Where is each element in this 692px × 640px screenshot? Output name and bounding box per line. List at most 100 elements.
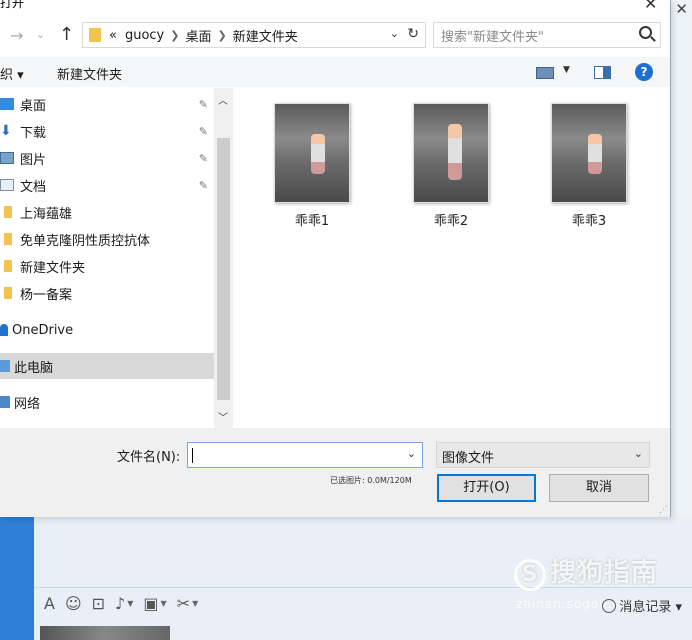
sidebar-item-this-pc[interactable]: 此电脑: [0, 353, 214, 379]
sidebar-scrollbar[interactable]: ︿ ﹀: [214, 88, 233, 428]
preview-pane-icon[interactable]: [594, 66, 611, 79]
cancel-button[interactable]: 取消: [549, 474, 649, 502]
help-icon[interactable]: ?: [635, 63, 653, 81]
filename-input[interactable]: ⌄: [187, 442, 423, 468]
chevron-right-icon[interactable]: ❯: [170, 29, 179, 42]
chevron-right-icon[interactable]: ❯: [218, 29, 227, 42]
sidebar-item-label: 上海蕴雄: [20, 206, 73, 222]
image-thumbnail: [551, 103, 627, 203]
scrollbar-thumb[interactable]: [217, 138, 230, 400]
chevron-down-icon: ▼: [127, 599, 134, 608]
breadcrumb-item[interactable]: 新建文件夹: [233, 26, 298, 45]
close-icon[interactable]: ✕: [644, 0, 657, 13]
file-name: 乖乖3: [571, 214, 607, 229]
organize-button[interactable]: 织 ▾: [0, 64, 24, 83]
scissors-icon[interactable]: ✂ ▼: [177, 594, 199, 613]
picture-icon: ▣: [143, 594, 159, 613]
command-bar: 织 ▾ 新建文件夹 ▼ ?: [0, 57, 670, 87]
desktop-icon: [0, 98, 14, 110]
file-name: 乖乖2: [433, 214, 469, 229]
sidebar-item-desktop[interactable]: 桌面 ✎: [0, 91, 214, 117]
chevron-down-icon: ▼: [192, 599, 199, 608]
back-button[interactable]: →: [10, 26, 23, 45]
cut-icon: ✂: [176, 594, 191, 613]
sidebar-item-label: 文档: [20, 179, 47, 195]
address-bar[interactable]: « guocy ❯ 桌面 ❯ 新建文件夹 ⌄ ↻: [82, 22, 426, 48]
search-icon[interactable]: [639, 26, 652, 39]
chevron-up-icon[interactable]: ︿: [218, 92, 228, 107]
sidebar-item-label: OneDrive: [12, 322, 74, 338]
file-type-select[interactable]: 图像文件 ⌄: [436, 442, 650, 468]
sidebar-item-folder[interactable]: 免单克隆阴性质控抗体: [0, 226, 214, 252]
mic-icon: ♪: [115, 594, 126, 613]
recent-locations-icon[interactable]: ⌄: [36, 28, 45, 41]
sidebar-item-downloads[interactable]: ⬇ 下载 ✎: [0, 118, 214, 144]
view-options-icon[interactable]: [536, 67, 554, 79]
sidebar-item-folder[interactable]: 上海蕴雄: [0, 199, 214, 225]
folder-icon: [4, 260, 12, 272]
download-icon: ⬇: [0, 123, 12, 139]
sidebar-item-label: 杨一备案: [20, 287, 73, 303]
resize-grip-icon[interactable]: ⋰: [659, 505, 668, 515]
sidebar-item-label: 此电脑: [14, 360, 54, 376]
sidebar-item-pictures[interactable]: 图片 ✎: [0, 145, 214, 171]
message-history-label: 消息记录 ▾: [619, 600, 682, 615]
sidebar-item-label: 桌面: [20, 98, 47, 114]
file-item[interactable]: 乖乖2: [401, 103, 501, 229]
pin-icon[interactable]: ✎: [199, 98, 208, 111]
sidebar-item-documents[interactable]: 文档 ✎: [0, 172, 214, 198]
chat-image-thumbnail[interactable]: [40, 626, 170, 640]
chevron-down-icon[interactable]: ▼: [563, 65, 570, 75]
message-history-button[interactable]: 消息记录 ▾: [602, 596, 682, 615]
pin-icon[interactable]: ✎: [199, 152, 208, 165]
refresh-icon[interactable]: ↻: [407, 26, 419, 42]
sidebar-item-folder[interactable]: 杨一备案: [0, 280, 214, 306]
image-icon[interactable]: ▣ ▼: [143, 594, 166, 613]
dialog-footer: 文件名(N): ⌄ 图像文件 ⌄ 已选图片: 0.0M/120M 打开(O) 取…: [0, 428, 670, 517]
watermark-logo: S 搜狗指南: [514, 552, 658, 591]
folder-icon: [4, 287, 12, 299]
chevron-down-icon[interactable]: ﹀: [218, 409, 228, 424]
screenshot-icon[interactable]: ⊡: [92, 594, 105, 613]
sidebar-item-folder[interactable]: 新建文件夹: [0, 253, 214, 279]
documents-icon: [0, 179, 14, 191]
chat-close-icon[interactable]: ✕: [675, 0, 688, 18]
sidebar-item-label: 新建文件夹: [20, 260, 86, 276]
chevron-down-icon[interactable]: ⌄: [634, 447, 643, 460]
computer-icon: [0, 360, 10, 372]
breadcrumb-item[interactable]: guocy: [125, 28, 164, 43]
font-icon[interactable]: A: [44, 594, 55, 613]
voice-icon[interactable]: ♪ ▼: [115, 594, 133, 613]
navigation-pane: 桌面 ✎ ⬇ 下载 ✎ 图片 ✎ 文档 ✎ 上海蕴雄 免单克隆阴性质控抗体 新建…: [0, 88, 214, 428]
new-folder-button[interactable]: 新建文件夹: [57, 64, 122, 83]
pin-icon[interactable]: ✎: [199, 179, 208, 192]
clock-icon: [602, 598, 617, 613]
filename-label: 文件名(N):: [117, 450, 181, 465]
up-folder-button[interactable]: ↑: [59, 24, 74, 45]
sidebar-item-onedrive[interactable]: OneDrive: [0, 317, 214, 343]
folder-icon: [4, 233, 12, 245]
cloud-icon: [0, 324, 8, 336]
dialog-title: 打开: [0, 0, 25, 10]
search-input[interactable]: 搜索"新建文件夹": [433, 22, 661, 48]
sidebar-item-label: 网络: [14, 396, 41, 412]
file-name: 乖乖1: [294, 214, 330, 229]
chevron-down-icon[interactable]: ⌄: [390, 27, 399, 40]
open-file-dialog: 打开 ✕ → ⌄ ↑ « guocy ❯ 桌面 ❯ 新建文件夹 ⌄ ↻ 搜索"新…: [0, 0, 671, 517]
file-item[interactable]: 乖乖1: [262, 103, 362, 229]
breadcrumb-overflow[interactable]: «: [109, 28, 117, 43]
folder-icon: [89, 28, 101, 42]
watermark-text: 搜狗指南: [550, 558, 659, 588]
sidebar-item-network[interactable]: 网络: [0, 389, 214, 415]
chevron-down-icon[interactable]: ⌄: [407, 447, 416, 460]
pictures-icon: [0, 152, 14, 164]
emoji-icon[interactable]: ☺: [65, 594, 82, 613]
pin-icon[interactable]: ✎: [199, 125, 208, 138]
image-thumbnail: [274, 103, 350, 203]
selection-info: 已选图片: 0.0M/120M: [330, 476, 412, 485]
image-thumbnail: [413, 103, 489, 203]
file-item[interactable]: 乖乖3: [539, 103, 639, 229]
open-button[interactable]: 打开(O): [437, 474, 536, 502]
file-type-value: 图像文件: [442, 451, 495, 466]
breadcrumb-item[interactable]: 桌面: [185, 26, 211, 45]
